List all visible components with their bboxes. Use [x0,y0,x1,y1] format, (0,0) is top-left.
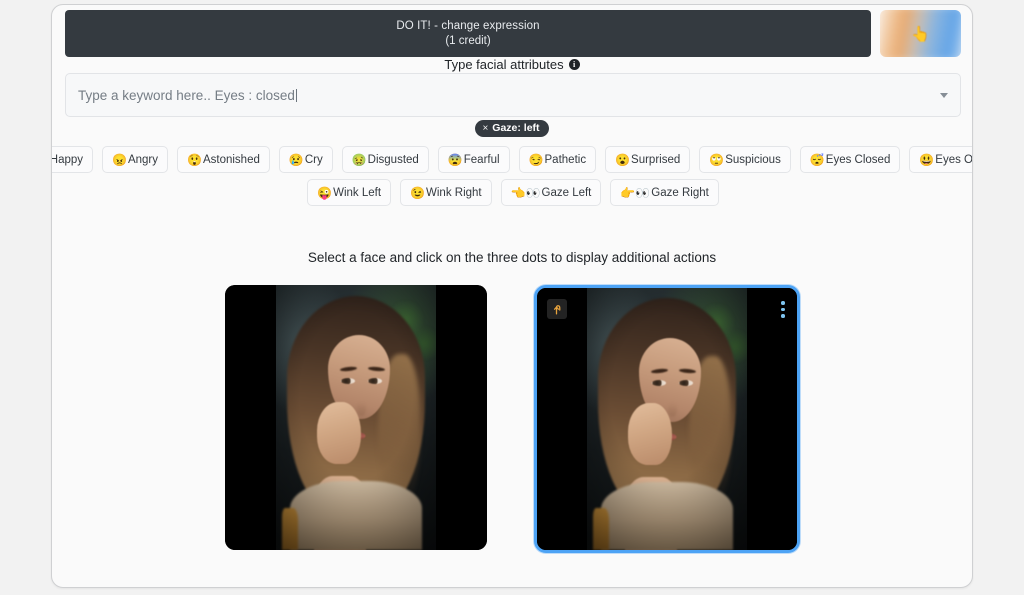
tag-emoji-icon: 😠 [112,154,127,166]
tag-label: Eyes Closed [826,154,891,166]
text-caret [296,89,297,102]
tag-emoji-icon: 😴 [810,154,825,166]
tag-button-eyes-closed[interactable]: 😴Eyes Closed [800,146,901,173]
preview-thumbnail[interactable]: 👆 [880,10,961,57]
face-image-result [537,288,797,550]
chevron-down-icon[interactable] [940,93,948,98]
keyword-placeholder-text: Type a keyword here.. Eyes : closed [78,88,295,103]
tag-button-surprised[interactable]: 😮Surprised [605,146,690,173]
tag-button-pathetic[interactable]: 😏Pathetic [519,146,597,173]
tag-emoji-icon: 😜 [317,187,332,199]
tag-button-angry[interactable]: 😠Angry [102,146,168,173]
face-card-original[interactable] [225,285,487,550]
dot [781,308,785,312]
portrait-photo [276,285,436,550]
tag-label: Surprised [631,154,680,166]
tag-label: Fearful [464,154,500,166]
keyword-input-placeholder: Type a keyword here.. Eyes : closed [78,88,940,103]
tag-label: Cry [305,154,323,166]
portrait-photo [587,288,747,550]
tag-emoji-icon: 👈👀 [511,187,541,199]
close-icon[interactable]: × [482,123,488,134]
pointing-hand-cursor-icon: 👆 [911,25,930,43]
tag-button-fearful[interactable]: 😨Fearful [438,146,510,173]
face-gallery [52,285,972,553]
app-panel: DO IT! - change expression (1 credit) 👆 … [51,4,973,588]
do-it-title: DO IT! - change expression [396,19,539,34]
photo-vignette [276,285,436,550]
tag-label: Happy [51,154,83,166]
tag-button-happy[interactable]: 😀Happy [51,146,93,173]
tag-label: Eyes Open [935,154,973,166]
facial-attributes-label-text: Type facial attributes [444,57,563,72]
header-row: DO IT! - change expression (1 credit) 👆 [65,10,961,57]
do-it-button[interactable]: DO IT! - change expression (1 credit) [65,10,871,57]
tag-button-disgusted[interactable]: 🤢Disgusted [342,146,429,173]
gallery-instruction: Select a face and click on the three dot… [52,250,972,265]
tag-button-cry[interactable]: 😢Cry [279,146,333,173]
tag-emoji-icon: 😲 [187,154,202,166]
dot [781,314,785,318]
tag-label: Wink Left [333,187,381,199]
attribute-tag-row-2: 😜Wink Left 😉Wink Right 👈👀Gaze Left 👉👀Gaze R… [65,179,961,206]
dot [781,301,785,305]
tag-label: Gaze Left [542,187,592,199]
tag-label: Astonished [203,154,260,166]
tag-emoji-icon: 🙄 [709,154,724,166]
tag-emoji-icon: 😮 [615,154,630,166]
tag-emoji-icon: 😨 [448,154,463,166]
undo-arrow-icon[interactable] [547,299,567,319]
tag-emoji-icon: 😏 [529,154,544,166]
tag-label: Pathetic [545,154,587,166]
info-icon[interactable]: i [569,59,580,70]
face-image-original [225,285,487,550]
tag-button-eyes-open[interactable]: 😃Eyes Open [909,146,973,173]
do-it-credit: (1 credit) [445,34,490,49]
face-card-result[interactable] [534,285,800,553]
attribute-tag-row-1: 😀Happy😠Angry😲Astonished😢Cry🤢Disgusted😨Fe… [65,146,961,173]
tag-emoji-icon: 😉 [410,187,425,199]
tag-emoji-icon: 😢 [289,154,304,166]
chip-label: Gaze: left [492,122,539,134]
tag-button-gaze-left[interactable]: 👈👀Gaze Left [501,179,602,206]
tag-button-wink-right[interactable]: 😉Wink Right [400,179,492,206]
tag-label: Gaze Right [651,187,709,199]
selected-chips-row: × Gaze: left [52,120,972,137]
tag-label: Disgusted [368,154,419,166]
tag-button-suspicious[interactable]: 🙄Suspicious [699,146,791,173]
photo-vignette [587,288,747,550]
tag-label: Suspicious [725,154,781,166]
chip-gaze-left[interactable]: × Gaze: left [475,120,548,137]
facial-attributes-label: Type facial attributes i [52,57,972,72]
three-dots-icon[interactable] [779,299,787,320]
tag-emoji-icon: 👉👀 [620,187,650,199]
tag-label: Wink Right [426,187,482,199]
keyword-input[interactable]: Type a keyword here.. Eyes : closed [65,73,961,117]
tag-button-astonished[interactable]: 😲Astonished [177,146,270,173]
attribute-tag-list: 😀Happy😠Angry😲Astonished😢Cry🤢Disgusted😨Fe… [65,146,961,212]
tag-button-gaze-right[interactable]: 👉👀Gaze Right [610,179,718,206]
tag-label: Angry [128,154,158,166]
tag-button-wink-left[interactable]: 😜Wink Left [307,179,391,206]
tag-emoji-icon: 🤢 [352,154,367,166]
tag-emoji-icon: 😃 [919,154,934,166]
